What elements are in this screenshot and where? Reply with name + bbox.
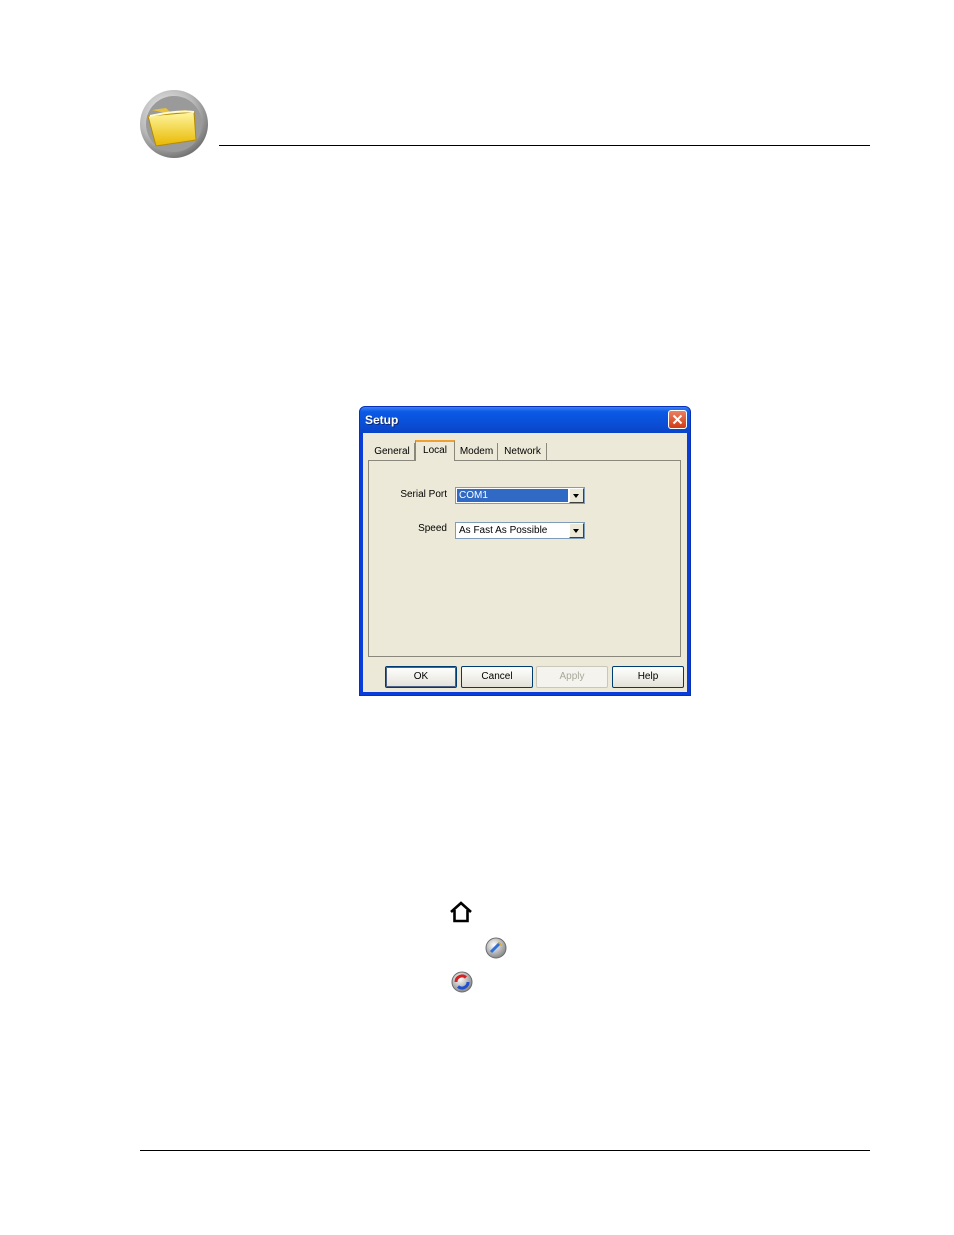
tools-icon (484, 936, 508, 965)
serial-port-dropdown[interactable]: COM1 (455, 487, 585, 504)
speed-label: Speed (418, 523, 447, 534)
tab-network[interactable]: Network (499, 443, 547, 460)
chevron-down-icon[interactable] (569, 523, 584, 538)
folder-icon (138, 88, 210, 160)
close-icon (672, 414, 683, 425)
tab-modem-label: Modem (459, 446, 494, 457)
chevron-down-icon[interactable] (569, 488, 584, 503)
tab-general[interactable]: General (370, 443, 415, 460)
cancel-button[interactable]: Cancel (461, 666, 533, 688)
hotsync-icon (450, 970, 474, 999)
tab-local[interactable]: Local (415, 440, 455, 461)
header-rule (219, 145, 870, 146)
dialog-client: General Local Modem Network Serial Port … (363, 433, 687, 692)
speed-dropdown[interactable]: As Fast As Possible (455, 522, 585, 539)
tab-general-label: General (374, 446, 410, 457)
apply-button[interactable]: Apply (536, 666, 608, 688)
serial-port-value: COM1 (457, 489, 568, 502)
tab-network-label: Network (504, 446, 541, 457)
tab-modem[interactable]: Modem (456, 443, 498, 460)
serial-port-label: Serial Port (400, 489, 447, 500)
close-button[interactable] (668, 410, 687, 429)
setup-dialog: Setup General Local Modem Network Serial… (359, 406, 691, 696)
tab-local-label: Local (423, 445, 447, 456)
ok-button[interactable]: OK (385, 666, 457, 688)
footer-rule (140, 1150, 870, 1151)
help-button[interactable]: Help (612, 666, 684, 688)
dialog-title: Setup (365, 413, 399, 427)
home-icon (448, 900, 474, 929)
title-bar[interactable]: Setup (360, 407, 690, 433)
speed-value: As Fast As Possible (459, 525, 548, 536)
